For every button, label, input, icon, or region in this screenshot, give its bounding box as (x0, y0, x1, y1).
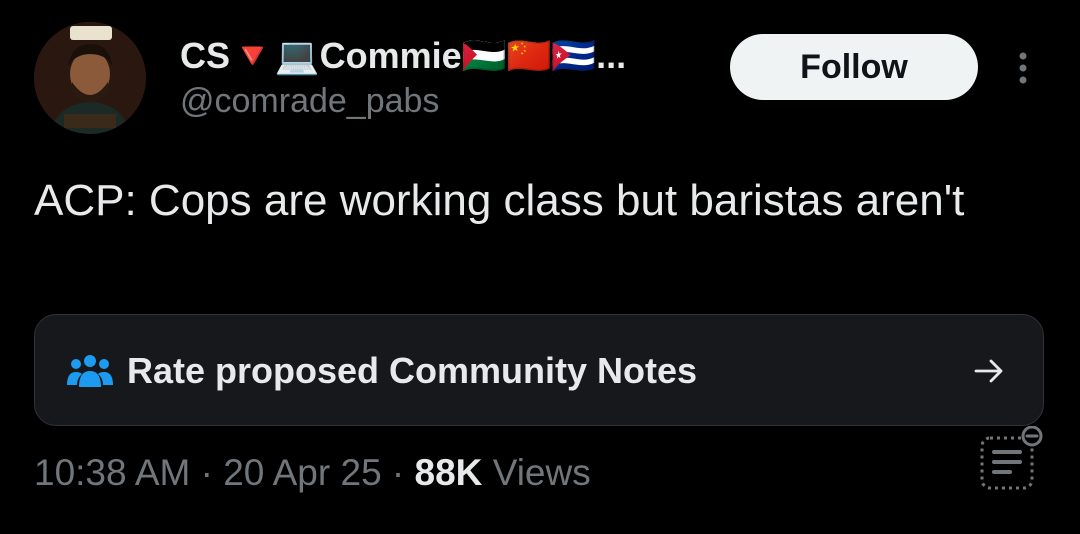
community-notes-card[interactable]: Rate proposed Community Notes (34, 314, 1044, 426)
follow-button[interactable]: Follow (730, 34, 978, 100)
tweet-date[interactable]: 20 Apr 25 (223, 452, 381, 493)
views-count[interactable]: 88K (415, 452, 483, 493)
author-handle[interactable]: @comrade_pabs (180, 82, 439, 121)
author-display-name[interactable]: CS🔻💻Commie🇵🇸🇨🇳🇨🇺... (180, 34, 626, 78)
tweet-time[interactable]: 10:38 AM (34, 452, 190, 493)
meta-separator: · (190, 452, 224, 493)
arrow-right-icon (973, 355, 1005, 387)
tweet-meta: 10:38 AM · 20 Apr 25 · 88K Views (34, 452, 591, 494)
more-vertical-icon[interactable] (1010, 48, 1036, 88)
views-label: Views (482, 452, 591, 493)
community-notes-label: Rate proposed Community Notes (127, 350, 698, 391)
post-analytics-icon[interactable] (976, 425, 1046, 496)
community-notes-people-icon (67, 353, 113, 389)
tweet-text: ACP: Cops are working class but baristas… (34, 176, 965, 225)
avatar[interactable] (34, 22, 146, 134)
meta-separator: · (381, 452, 415, 493)
